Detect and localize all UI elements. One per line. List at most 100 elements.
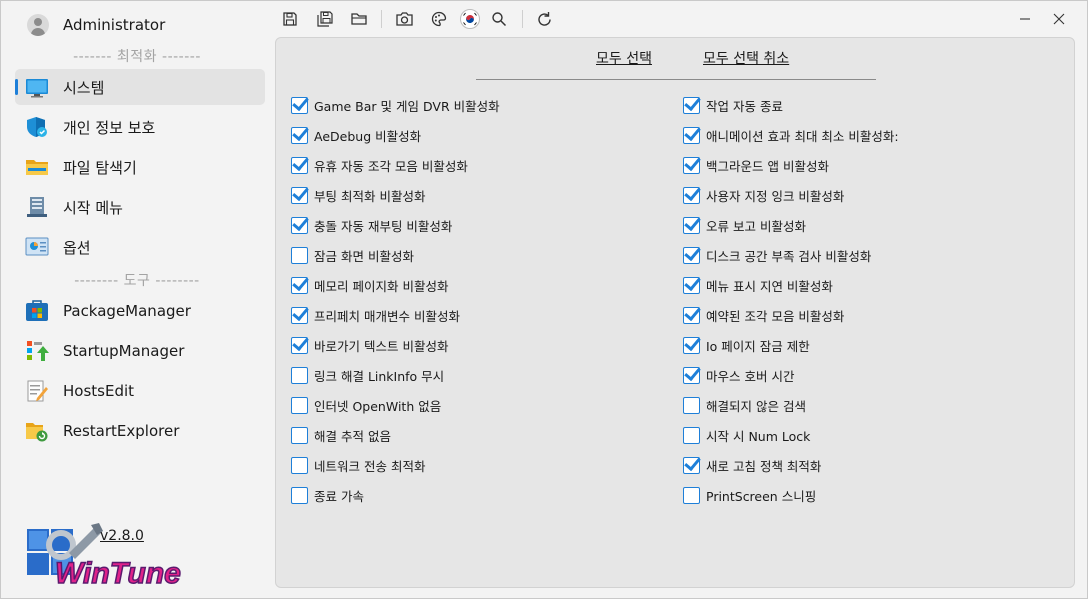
- option-row[interactable]: 해결 추적 없음: [291, 424, 391, 446]
- option-row[interactable]: Io 페이지 잠금 제한: [683, 334, 810, 356]
- sidebar-item-startup-manager[interactable]: StartupManager: [15, 333, 265, 369]
- sidebar-item-restart-explorer[interactable]: RestartExplorer: [15, 413, 265, 449]
- language-button[interactable]: [459, 8, 481, 30]
- option-checkbox[interactable]: [683, 336, 700, 354]
- option-checkbox[interactable]: [291, 336, 308, 354]
- option-row[interactable]: 인터넷 OpenWith 없음: [291, 394, 441, 416]
- option-checkbox[interactable]: [291, 216, 308, 234]
- option-checkbox[interactable]: [683, 216, 700, 234]
- option-label: 잠금 화면 비활성화: [314, 248, 414, 264]
- sidebar-item-privacy[interactable]: 개인 정보 보호: [15, 109, 265, 145]
- option-label: 새로 고침 정책 최적화: [706, 458, 822, 474]
- option-checkbox[interactable]: [683, 276, 700, 294]
- settings-panel: 모두 선택 모두 선택 취소 Game Bar 및 게임 DVR 비활성화 AeD…: [275, 37, 1075, 588]
- sidebar-item-system[interactable]: 시스템: [15, 69, 265, 105]
- option-checkbox[interactable]: [683, 96, 700, 114]
- package-icon: [26, 300, 48, 321]
- startup-icon: [27, 341, 49, 361]
- option-checkbox[interactable]: [683, 246, 700, 264]
- option-checkbox[interactable]: [291, 366, 308, 384]
- option-row[interactable]: 애니메이션 효과 최대 최소 비활성화:: [683, 124, 899, 146]
- option-checkbox[interactable]: [683, 486, 700, 504]
- sidebar-item-package-manager[interactable]: PackageManager: [15, 293, 265, 329]
- option-checkbox[interactable]: [291, 396, 308, 414]
- option-checkbox[interactable]: [291, 486, 308, 504]
- save-as-button[interactable]: [314, 8, 336, 30]
- save-button[interactable]: [279, 8, 301, 30]
- option-row[interactable]: 새로 고침 정책 최적화: [683, 454, 821, 476]
- option-label: 예약된 조각 모음 비활성화: [706, 308, 845, 324]
- option-row[interactable]: 종료 가속: [291, 484, 364, 506]
- camera-icon: [395, 12, 413, 26]
- option-label: 해결 추적 없음: [314, 428, 391, 444]
- option-checkbox[interactable]: [683, 156, 700, 174]
- option-checkbox[interactable]: [683, 366, 700, 384]
- option-checkbox[interactable]: [683, 396, 700, 414]
- option-row[interactable]: AeDebug 비활성화: [291, 124, 421, 146]
- refresh-button[interactable]: [533, 8, 555, 30]
- option-label: 디스크 공간 부족 검사 비활성화: [706, 248, 872, 264]
- sidebar-item-hosts-edit[interactable]: HostsEdit: [15, 373, 265, 409]
- option-row[interactable]: PrintScreen 스니핑: [683, 484, 816, 506]
- option-row[interactable]: 디스크 공간 부족 검사 비활성화: [683, 244, 871, 266]
- option-row[interactable]: 잠금 화면 비활성화: [291, 244, 414, 266]
- option-row[interactable]: 유휴 자동 조각 모음 비활성화: [291, 154, 468, 176]
- option-checkbox[interactable]: [683, 306, 700, 324]
- option-label: 종료 가속: [314, 488, 364, 504]
- option-row[interactable]: 예약된 조각 모음 비활성화: [683, 304, 844, 326]
- sidebar-item-label: StartupManager: [63, 342, 185, 360]
- option-row[interactable]: 작업 자동 종료: [683, 94, 783, 116]
- search-icon: [492, 12, 507, 27]
- version-link[interactable]: v2.8.0: [100, 528, 144, 544]
- option-checkbox[interactable]: [291, 456, 308, 474]
- toolbar-divider: [522, 10, 523, 28]
- option-row[interactable]: 사용자 지정 잉크 비활성화: [683, 184, 844, 206]
- hosts-edit-icon: [27, 380, 48, 402]
- theme-button[interactable]: [428, 8, 450, 30]
- close-button[interactable]: [1047, 8, 1071, 30]
- sidebar-item-start-menu[interactable]: 시작 메뉴: [15, 189, 265, 225]
- sidebar-item-file-explorer[interactable]: 파일 탐색기: [15, 149, 265, 185]
- minimize-icon: [1020, 18, 1030, 20]
- option-checkbox[interactable]: [683, 426, 700, 444]
- sidebar-item-options[interactable]: 옵션: [15, 229, 265, 265]
- sidebar-item-label: PackageManager: [63, 302, 191, 320]
- toolbar-divider: [381, 10, 382, 28]
- option-row[interactable]: 백그라운드 앱 비활성화: [683, 154, 829, 176]
- user-profile[interactable]: Administrator: [27, 14, 165, 36]
- option-checkbox[interactable]: [683, 126, 700, 144]
- option-checkbox[interactable]: [291, 426, 308, 444]
- sidebar-item-label: HostsEdit: [63, 382, 135, 400]
- option-row[interactable]: Game Bar 및 게임 DVR 비활성화: [291, 94, 500, 116]
- option-checkbox[interactable]: [291, 186, 308, 204]
- option-row[interactable]: 마우스 호버 시간: [683, 364, 794, 386]
- option-checkbox[interactable]: [683, 186, 700, 204]
- option-checkbox[interactable]: [291, 246, 308, 264]
- option-row[interactable]: 메모리 페이지화 비활성화: [291, 274, 448, 296]
- option-row[interactable]: 메뉴 표시 지연 비활성화: [683, 274, 833, 296]
- option-row[interactable]: 네트워크 전송 최적화: [291, 454, 425, 476]
- option-checkbox[interactable]: [291, 126, 308, 144]
- option-row[interactable]: 바로가기 텍스트 비활성화: [291, 334, 448, 356]
- option-row[interactable]: 프리페치 매개변수 비활성화: [291, 304, 460, 326]
- option-row[interactable]: 충돌 자동 재부팅 비활성화: [291, 214, 452, 236]
- screenshot-button[interactable]: [393, 8, 415, 30]
- option-row[interactable]: 링크 해결 LinkInfo 무시: [291, 364, 444, 386]
- option-row[interactable]: 부팅 최적화 비활성화: [291, 184, 425, 206]
- select-all-link[interactable]: 모두 선택: [596, 48, 652, 68]
- app-window: Administrator ------- 최적화 ------- 시스템 개인…: [0, 0, 1088, 599]
- option-row[interactable]: 오류 보고 비활성화: [683, 214, 806, 236]
- search-button[interactable]: [488, 8, 510, 30]
- option-row[interactable]: 시작 시 Num Lock: [683, 424, 810, 446]
- option-label: 네트워크 전송 최적화: [314, 458, 426, 474]
- option-checkbox[interactable]: [683, 456, 700, 474]
- open-folder-button[interactable]: [348, 8, 370, 30]
- minimize-button[interactable]: [1013, 8, 1037, 30]
- option-checkbox[interactable]: [291, 276, 308, 294]
- option-row[interactable]: 해결되지 않은 검색: [683, 394, 806, 416]
- option-checkbox[interactable]: [291, 306, 308, 324]
- option-checkbox[interactable]: [291, 96, 308, 114]
- deselect-all-link[interactable]: 모두 선택 취소: [703, 48, 789, 68]
- option-checkbox[interactable]: [291, 156, 308, 174]
- restart-explorer-icon: [26, 423, 48, 442]
